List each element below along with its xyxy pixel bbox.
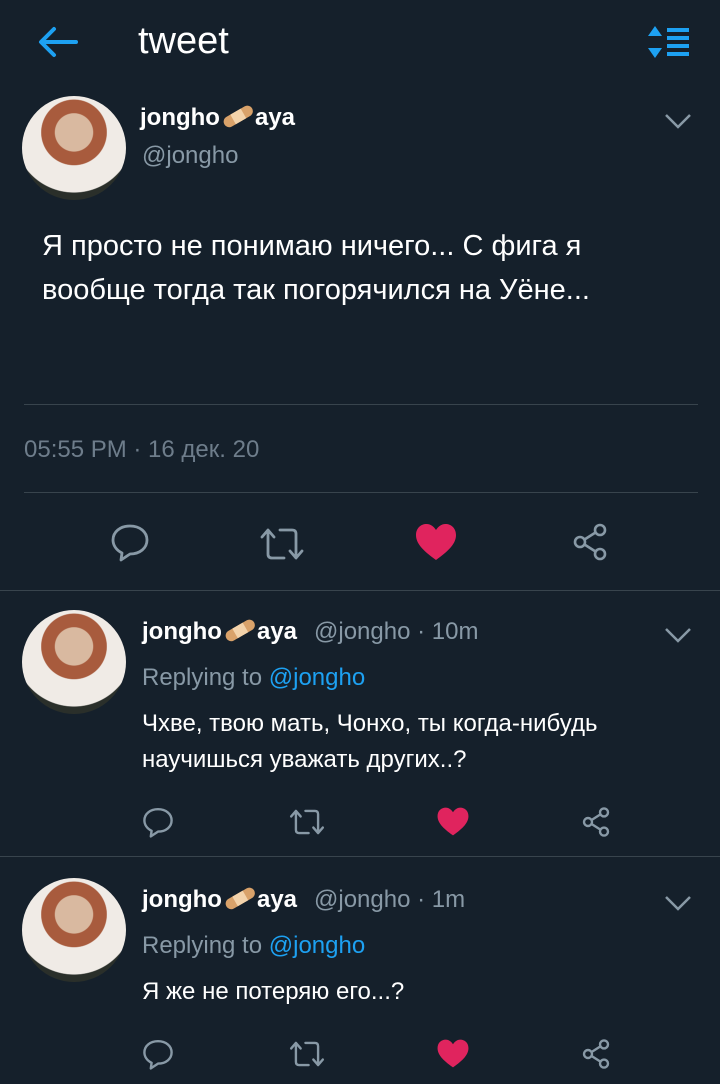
- user-handle[interactable]: @jongho: [142, 142, 238, 170]
- avatar[interactable]: [22, 610, 126, 714]
- heart-icon[interactable]: [436, 1038, 470, 1069]
- page-title: tweet: [138, 20, 229, 62]
- avatar[interactable]: [22, 96, 126, 200]
- tweet-timestamp: 05:55 PM · 16 дек. 20: [24, 436, 260, 463]
- display-name: jongho aya: [140, 104, 296, 131]
- tweet-text: Чхве, твою мать, Чонхо, ты когда-нибудь …: [142, 710, 598, 773]
- tweet-text: Я просто не понимаю ничего... С фига я в…: [42, 230, 590, 306]
- back-arrow-icon[interactable]: [36, 22, 80, 62]
- mention-link[interactable]: @jongho: [269, 932, 365, 959]
- tweet-meta: @jongho · 10m: [314, 618, 479, 645]
- sort-icon[interactable]: [646, 24, 690, 60]
- tweet-meta: @jongho · 1m: [314, 886, 466, 913]
- bandage-emoji: [223, 105, 253, 128]
- chevron-down-icon[interactable]: [664, 894, 692, 912]
- retweet-icon[interactable]: [288, 1038, 326, 1070]
- tweet-text: Я же не потеряю его...?: [142, 978, 405, 1005]
- display-name: jongho aya: [142, 618, 298, 645]
- share-icon[interactable]: [580, 806, 612, 838]
- divider: [0, 590, 720, 591]
- share-icon[interactable]: [570, 522, 610, 562]
- replying-to: Replying to @jongho: [142, 664, 366, 691]
- chevron-down-icon[interactable]: [664, 112, 692, 130]
- divider: [0, 856, 720, 857]
- share-icon[interactable]: [580, 1038, 612, 1070]
- bandage-emoji: [225, 619, 255, 642]
- reply-icon[interactable]: [142, 1038, 174, 1070]
- retweet-icon[interactable]: [288, 806, 326, 838]
- divider: [24, 492, 698, 493]
- bandage-emoji: [225, 887, 255, 910]
- heart-icon[interactable]: [436, 806, 470, 837]
- divider: [24, 404, 698, 405]
- retweet-icon[interactable]: [258, 524, 306, 564]
- heart-icon[interactable]: [414, 522, 458, 562]
- mention-link[interactable]: @jongho: [269, 664, 365, 691]
- chevron-down-icon[interactable]: [664, 626, 692, 644]
- avatar[interactable]: [22, 878, 126, 982]
- reply-icon[interactable]: [142, 806, 174, 838]
- replying-to: Replying to @jongho: [142, 932, 366, 959]
- display-name: jongho aya: [142, 886, 298, 913]
- reply-icon[interactable]: [110, 522, 150, 562]
